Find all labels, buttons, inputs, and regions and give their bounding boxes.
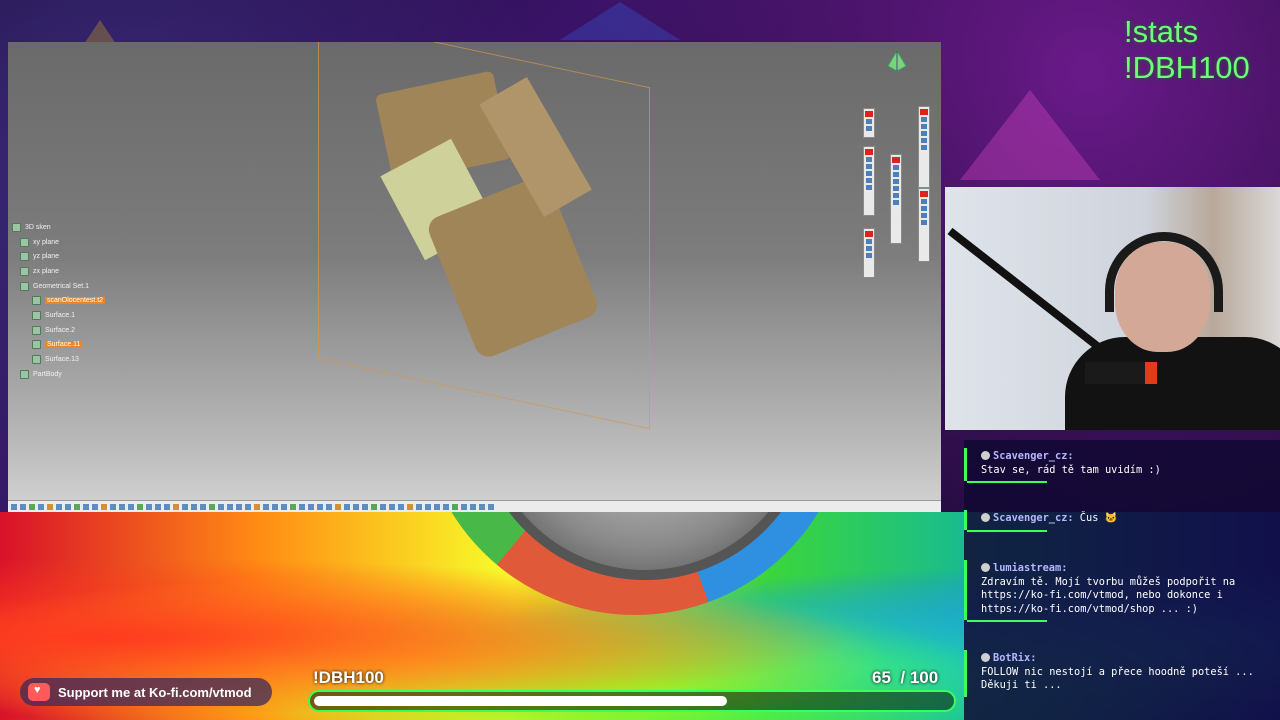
body-icon bbox=[20, 369, 29, 379]
compass-icon[interactable] bbox=[886, 50, 908, 72]
plane-icon bbox=[20, 266, 29, 276]
tree-item[interactable]: 3D sken bbox=[12, 220, 105, 235]
geometrical-set-icon bbox=[20, 281, 29, 291]
vertical-toolbar[interactable] bbox=[863, 228, 875, 278]
webcam-feed bbox=[945, 187, 1280, 430]
plane-icon bbox=[20, 237, 29, 247]
user-badge-icon bbox=[981, 513, 990, 522]
bot-badge-icon bbox=[981, 563, 990, 572]
chat-username: Scavenger_cz: bbox=[993, 512, 1074, 524]
tree-item[interactable]: xy plane bbox=[12, 235, 105, 250]
tree-item[interactable]: Surface.13 bbox=[12, 352, 105, 367]
microphone-icon bbox=[1085, 362, 1157, 384]
chat-panel: Scavenger_cz: Stav se, rád tě tam uvidím… bbox=[964, 440, 1280, 720]
tree-item[interactable]: PartBody bbox=[12, 367, 105, 382]
stats-overlay: !stats !DBH100 bbox=[1124, 14, 1250, 86]
tree-item[interactable]: yz plane bbox=[12, 249, 105, 264]
goal-progress-fill bbox=[314, 696, 727, 706]
kofi-banner[interactable]: Support me at Ko-fi.com/vtmod bbox=[20, 678, 272, 706]
tree-item[interactable]: zx plane bbox=[12, 264, 105, 279]
headphones-icon bbox=[1105, 232, 1223, 312]
chat-text: FOLLOW nic nestojí a přece hoodně poteší… bbox=[981, 665, 1254, 692]
chat-text: Čus 🐱 bbox=[1079, 512, 1118, 524]
vertical-toolbar[interactable] bbox=[863, 146, 875, 216]
chat-message: BotRix: FOLLOW nic nestojí a přece hoodn… bbox=[964, 650, 1264, 697]
kofi-cup-icon bbox=[28, 683, 50, 701]
mic-arm bbox=[947, 227, 1111, 358]
plane-icon bbox=[20, 252, 29, 262]
tree-item[interactable]: Geometrical Set.1 bbox=[12, 279, 105, 294]
surface-icon bbox=[32, 340, 41, 350]
tree-item-selected[interactable]: scanOlocentest.t2 bbox=[12, 293, 106, 308]
tree-item-selected[interactable]: Surface.11 bbox=[12, 338, 105, 353]
goal-count: 65 / 100 bbox=[872, 668, 939, 687]
bottom-toolbar[interactable] bbox=[8, 500, 941, 512]
cad-viewport[interactable]: 3D sken xy plane yz plane zx plane Geome… bbox=[8, 42, 941, 512]
chat-message: Scavenger_cz: Stav se, rád tě tam uvidím… bbox=[964, 448, 1264, 483]
chat-text: Stav se, rád tě tam uvidím :) bbox=[981, 463, 1161, 476]
surface-icon bbox=[32, 310, 41, 320]
chat-username: Scavenger_cz: bbox=[993, 450, 1074, 462]
goal-progress-bar bbox=[308, 690, 956, 712]
chat-username: lumiastream: bbox=[993, 562, 1068, 574]
goal-command: !DBH100 bbox=[1124, 50, 1250, 85]
surface-icon bbox=[32, 325, 41, 335]
scan-icon bbox=[32, 296, 41, 306]
tree-item[interactable]: Surface.2 bbox=[12, 323, 105, 338]
part-icon bbox=[12, 222, 21, 232]
chat-message: Scavenger_cz: Čus 🐱 bbox=[964, 510, 1264, 532]
surface-icon bbox=[32, 355, 41, 365]
user-badge-icon bbox=[981, 451, 990, 460]
vertical-toolbar[interactable] bbox=[918, 188, 930, 262]
vertical-toolbar[interactable] bbox=[890, 154, 902, 244]
chat-username: BotRix: bbox=[993, 652, 1037, 664]
decorative-polygon bbox=[560, 2, 680, 40]
stats-command: !stats bbox=[1124, 14, 1199, 49]
tree-item[interactable]: Surface.1 bbox=[12, 308, 105, 323]
kofi-label: Support me at Ko-fi.com/vtmod bbox=[58, 684, 252, 700]
chat-message: lumiastream: Zdravím tě. Mojí tvorbu můž… bbox=[964, 560, 1264, 622]
chat-text: Zdravím tě. Mojí tvorbu můžeš podpořit n… bbox=[981, 575, 1236, 615]
specification-tree[interactable]: 3D sken xy plane yz plane zx plane Geome… bbox=[12, 220, 106, 382]
vertical-toolbar[interactable] bbox=[863, 108, 875, 138]
vertical-toolbar[interactable] bbox=[918, 106, 930, 188]
goal-label: !DBH100 bbox=[313, 668, 384, 687]
decorative-polygon bbox=[960, 90, 1100, 180]
bot-badge-icon bbox=[981, 653, 990, 662]
